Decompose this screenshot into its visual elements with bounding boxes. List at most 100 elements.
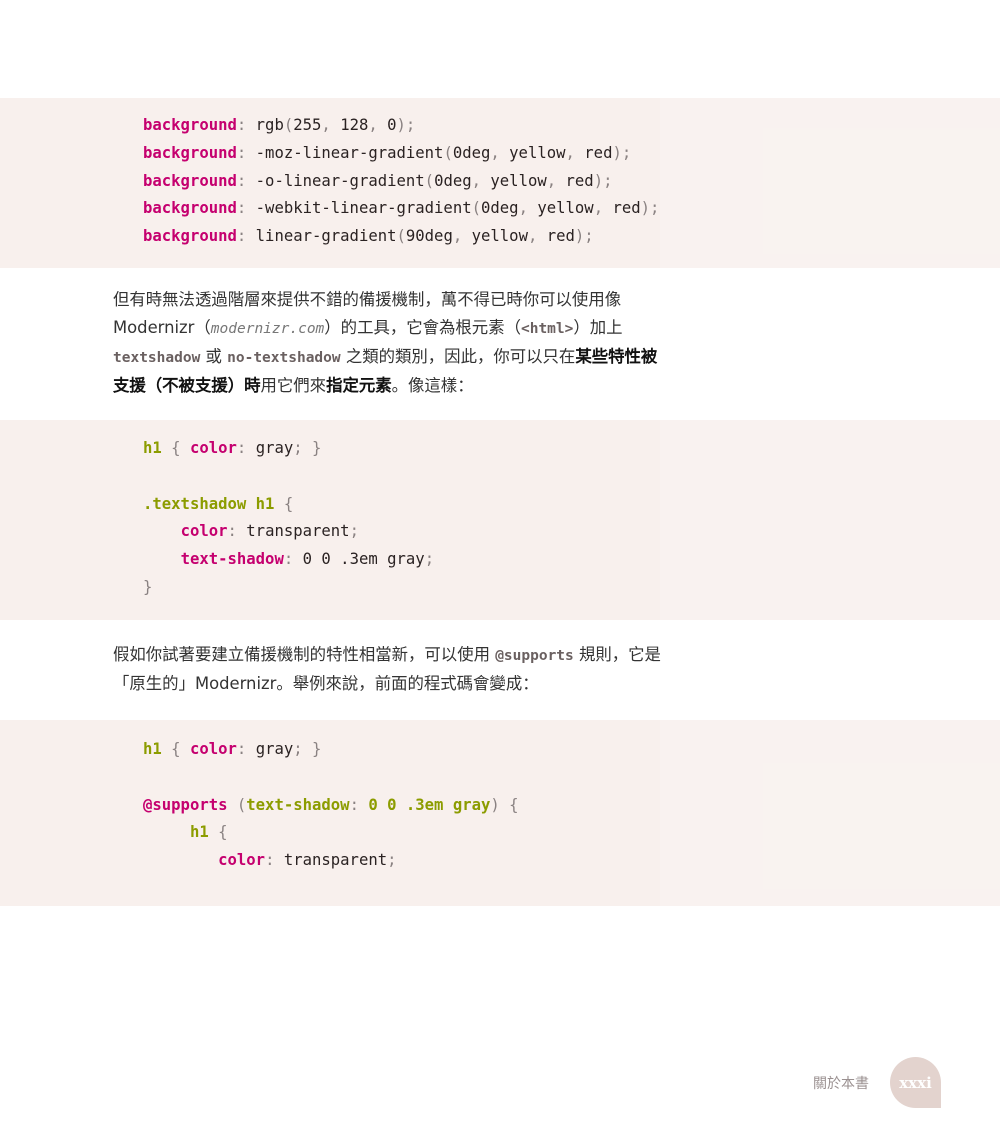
code-punctuation: :	[236, 439, 256, 457]
code-punctuation: :	[283, 550, 303, 569]
code-punctuation: :	[265, 851, 284, 870]
body-text: 之類的類別，因此，你可以只在	[340, 347, 576, 366]
code-selector: .textshadow h1	[143, 494, 275, 513]
emphasis-text: 指定元素	[326, 376, 392, 395]
code-property: background	[143, 171, 237, 190]
code-punctuation: ,	[490, 143, 510, 162]
code-value: transparent	[283, 851, 388, 870]
code-value: gray	[255, 740, 294, 758]
code-punctuation: (	[283, 116, 294, 134]
code-content: background: rgb(255, 128, 0); background:…	[143, 112, 1000, 251]
inline-code: <html>	[520, 321, 574, 337]
code-punctuation: ,	[471, 171, 491, 190]
code-value: 128	[340, 116, 369, 134]
code-selector: h1	[143, 439, 162, 457]
code-punctuation: ,	[518, 199, 538, 218]
code-punctuation: );	[640, 199, 660, 218]
torn-edge-divider	[0, 906, 1000, 916]
code-punctuation: ,	[546, 171, 566, 190]
code-punctuation: ,	[527, 227, 547, 246]
code-selector: h1	[143, 740, 162, 758]
code-line: background: rgb(255, 128, 0);	[143, 112, 1000, 140]
code-value: 0deg	[434, 171, 472, 190]
body-text: 。像這樣：	[391, 376, 474, 395]
code-punctuation: {	[161, 439, 190, 457]
code-punctuation: ,	[321, 116, 341, 134]
code-line: h1 { color: gray; }	[143, 435, 1000, 463]
code-value: 255	[293, 116, 322, 134]
code-property: text-shadow	[180, 550, 284, 569]
code-punctuation: ;	[349, 522, 359, 541]
code-value	[143, 823, 190, 841]
code-value: red	[546, 227, 575, 246]
code-line: background: linear-gradient(90deg, yello…	[143, 223, 1000, 251]
code-punctuation: );	[396, 116, 416, 134]
code-punctuation: {	[161, 740, 190, 758]
body-text: ）的工具，它會為根元素（	[324, 318, 521, 337]
code-value	[143, 851, 218, 869]
code-punctuation: ; }	[293, 740, 322, 758]
code-punctuation: (	[443, 143, 453, 162]
inline-url: modernizr.com	[210, 321, 325, 337]
code-value: 90deg	[405, 227, 453, 246]
code-property: color	[189, 439, 237, 457]
inline-code: @supports	[495, 648, 574, 664]
code-property: background	[143, 143, 237, 162]
code-punctuation: ,	[452, 227, 472, 246]
code-line: @supports (text-shadow: 0 0 .3em gray) {	[143, 792, 1000, 820]
code-property: color	[189, 740, 237, 758]
body-text: 用它們來	[260, 376, 327, 395]
code-punctuation: (	[471, 199, 481, 218]
code-block-gradient-fallback: background: rgb(255, 128, 0); background:…	[0, 98, 1000, 268]
code-value: red	[612, 199, 641, 218]
code-block-textshadow: h1 { color: gray; } .textshadow h1 { col…	[0, 420, 1000, 620]
code-property: background	[143, 116, 237, 134]
code-punctuation: (	[227, 795, 247, 814]
code-value: 0deg	[452, 143, 491, 162]
code-punctuation: ,	[565, 143, 585, 162]
code-punctuation: :	[227, 522, 247, 541]
code-punctuation: ;	[424, 550, 435, 569]
code-punctuation: );	[574, 227, 594, 246]
code-value: red	[584, 143, 613, 162]
code-value: yellow	[537, 199, 594, 218]
code-punctuation: );	[612, 143, 632, 162]
code-value: red	[565, 171, 594, 190]
code-punctuation: {	[274, 494, 294, 513]
code-value: yellow	[471, 227, 528, 246]
inline-code: textshadow	[113, 350, 201, 366]
code-punctuation: :	[236, 227, 256, 246]
code-value: transparent	[246, 522, 350, 541]
code-value	[143, 550, 181, 568]
section-title: 關於本書	[813, 1076, 869, 1092]
code-punctuation: :	[236, 116, 256, 134]
code-property: background	[143, 227, 237, 246]
page-number-badge: xxxi	[890, 1057, 941, 1108]
code-value: -o-linear-gradient	[255, 171, 425, 190]
code-property: background	[143, 199, 237, 218]
code-value: -webkit-linear-gradient	[255, 199, 472, 218]
code-line: h1 {	[143, 819, 1000, 847]
code-value: 0 0 .3em gray	[302, 550, 425, 569]
code-punctuation: :	[349, 795, 369, 814]
code-punctuation: );	[593, 171, 613, 190]
code-line: background: -moz-linear-gradient(0deg, y…	[143, 140, 1000, 168]
code-content: h1 { color: gray; } .textshadow h1 { col…	[143, 435, 1000, 602]
code-punctuation: ) {	[490, 795, 519, 814]
code-line: text-shadow: 0 0 .3em gray;	[143, 546, 1000, 574]
paragraph-supports: 假如你試著要建立備援機制的特性相當新，可以使用 @supports 規則，它是「…	[113, 641, 673, 698]
code-line: background: -webkit-linear-gradient(0deg…	[143, 195, 1000, 223]
code-punctuation: ; }	[293, 439, 322, 457]
code-property: color	[180, 522, 228, 541]
code-value: gray	[255, 439, 294, 457]
code-selector: 0 0 .3em gray	[368, 795, 491, 814]
code-property: color	[218, 851, 266, 870]
code-value: rgb	[255, 116, 284, 134]
code-line: color: transparent;	[143, 847, 1000, 875]
code-selector: h1	[189, 823, 209, 842]
code-value: linear-gradient	[255, 227, 397, 246]
code-punctuation: :	[236, 199, 256, 218]
code-line: }	[143, 574, 1000, 602]
